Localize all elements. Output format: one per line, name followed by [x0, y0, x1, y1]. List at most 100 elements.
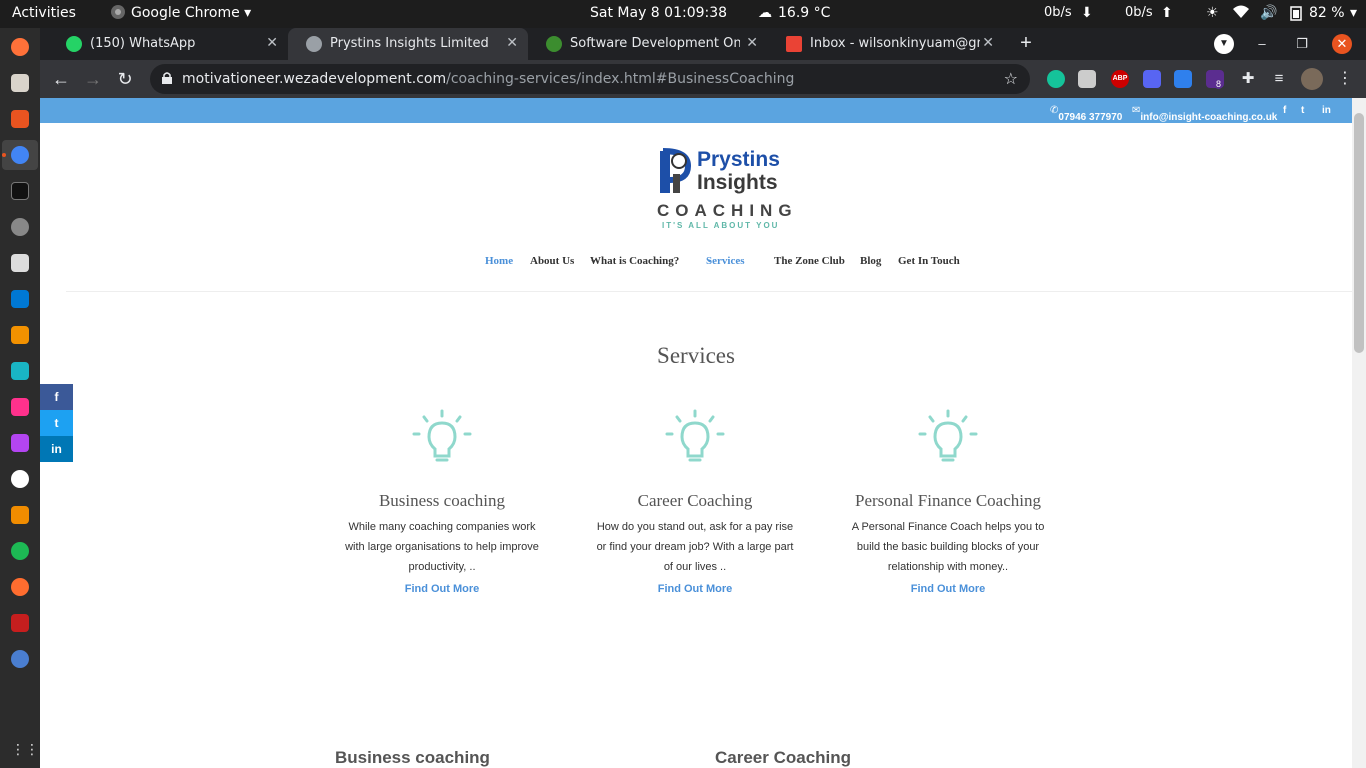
scrollbar-thumb[interactable] — [1354, 113, 1364, 353]
tab-title: Prystins Insights Limited — [330, 36, 489, 51]
address-bar[interactable]: motivationeer.wezadevelopment.com/coachi… — [150, 64, 1030, 94]
close-icon[interactable]: ✕ — [266, 35, 278, 51]
media-control-icon[interactable]: ≡ — [1270, 70, 1288, 88]
system-menu-arrow-icon[interactable]: ▾ — [1350, 5, 1357, 21]
find-out-more-link[interactable]: Find Out More — [585, 583, 805, 595]
puzzle-icon[interactable]: ✚ — [1239, 70, 1257, 88]
twitter-icon[interactable]: t — [1301, 105, 1304, 116]
share-twitter-icon[interactable]: t — [40, 410, 73, 436]
avatar[interactable] — [1301, 68, 1323, 90]
tab-software-development[interactable]: Software Development Online | ✕ — [528, 28, 768, 60]
forward-arrow-icon[interactable]: → — [82, 68, 104, 90]
bookmark-star-icon[interactable]: ☆ — [1004, 69, 1018, 89]
phone-number: 07946 377970 — [1058, 112, 1123, 123]
new-tab-button[interactable]: + — [1014, 32, 1038, 56]
email-link[interactable]: ✉ info@insight-coaching.co.uk — [1132, 105, 1277, 123]
card-text: A Personal Finance Coach helps you to bu… — [851, 521, 1045, 573]
phone-link[interactable]: ✆ 07946 377970 — [1050, 105, 1122, 123]
tab-prystins[interactable]: Prystins Insights Limited ✕ — [288, 28, 528, 60]
disc-icon[interactable] — [11, 218, 29, 236]
main-nav: Home About Us What is Coaching? ⌄ Servic… — [40, 255, 1352, 271]
lightbulb-icon — [412, 409, 472, 462]
adblock-icon[interactable]: ABP — [1111, 70, 1129, 88]
show-apps-icon[interactable]: ⋮⋮ — [11, 740, 39, 758]
activities-button[interactable]: Activities — [12, 5, 76, 21]
logo-line2: Insights — [697, 171, 778, 194]
business-coaching-heading: Business coaching — [335, 748, 490, 767]
minimize-icon[interactable]: – — [1252, 34, 1272, 54]
page-scrollbar[interactable] — [1352, 98, 1366, 768]
restore-icon[interactable]: ❐ — [1292, 34, 1312, 54]
battery-percent[interactable]: 82 % — [1309, 5, 1345, 21]
software-center-icon[interactable] — [11, 110, 29, 128]
chrome-app-icon — [110, 4, 126, 24]
app-menu[interactable]: Google Chrome ▾ — [131, 5, 251, 21]
nav-item-about-us[interactable]: About Us — [530, 255, 574, 267]
close-icon[interactable]: ✕ — [746, 35, 758, 51]
career-coaching-heading: Career Coaching — [715, 748, 852, 767]
extension-badge: 8 — [1214, 79, 1224, 89]
brightness-icon[interactable]: ☀ — [1206, 5, 1219, 21]
find-out-more-link[interactable]: Find Out More — [838, 583, 1058, 595]
linkedin-icon[interactable]: in — [1322, 105, 1331, 116]
close-icon[interactable]: ✕ — [982, 35, 994, 51]
webstorm-icon[interactable] — [11, 362, 29, 380]
tab-search-icon[interactable]: ▼ — [1214, 34, 1234, 54]
sublime-icon[interactable] — [11, 326, 29, 344]
back-arrow-icon[interactable]: ← — [50, 68, 72, 90]
phpstorm-icon[interactable] — [11, 434, 29, 452]
facebook-icon[interactable]: f — [1283, 105, 1286, 116]
running-indicator — [2, 153, 6, 157]
wifi-icon[interactable] — [1232, 5, 1250, 23]
filezilla-icon[interactable] — [11, 614, 29, 632]
find-out-more-link[interactable]: Find Out More — [332, 583, 552, 595]
nav-item-home[interactable]: Home — [485, 255, 513, 267]
chrome-icon[interactable] — [11, 146, 29, 164]
site-favicon-icon — [306, 36, 322, 52]
lock-icon — [162, 72, 172, 84]
vscode-icon[interactable] — [11, 290, 29, 308]
badge-extension-icon[interactable]: 8 — [1206, 70, 1224, 89]
web-page: ✆ 07946 377970 ✉ info@insight-coaching.c… — [40, 98, 1352, 768]
intellij-icon[interactable] — [11, 398, 29, 416]
reload-icon[interactable]: ↻ — [114, 68, 136, 90]
clock[interactable]: Sat May 8 01:09:38 — [590, 5, 727, 21]
volume-icon[interactable]: 🔊 — [1260, 5, 1277, 21]
fi-extension-icon[interactable] — [1174, 70, 1192, 88]
terminal-icon[interactable] — [11, 182, 29, 200]
nav-item-get-in-touch[interactable]: Get In Touch — [898, 255, 960, 267]
vlc-icon[interactable] — [11, 506, 29, 524]
logo-line1: Prystins — [697, 148, 780, 171]
url-domain: motivationeer.wezadevelopment.com — [182, 71, 447, 87]
site-logo[interactable]: Prystins Insights COACHING IT'S ALL ABOU… — [655, 148, 795, 233]
battery-icon[interactable] — [1290, 5, 1302, 25]
files-icon[interactable] — [11, 74, 29, 92]
contact-strip: ✆ 07946 377970 ✉ info@insight-coaching.c… — [40, 98, 1352, 123]
kebab-menu-icon[interactable]: ⋮ — [1336, 70, 1354, 88]
logo-tagline: IT'S ALL ABOUT YOU — [662, 221, 780, 230]
share-facebook-icon[interactable]: f — [40, 384, 73, 410]
extension-icon[interactable] — [1078, 70, 1096, 88]
palm-tree-icon — [546, 36, 562, 52]
video-icon[interactable] — [1143, 70, 1161, 88]
firefox-icon[interactable] — [11, 38, 29, 56]
spotify-icon[interactable] — [11, 542, 29, 560]
tab-whatsapp[interactable]: (150) WhatsApp ✕ — [48, 28, 288, 60]
tab-gmail[interactable]: Inbox - wilsonkinyuam@gmail.co ✕ — [768, 28, 1004, 60]
system-top-bar: Activities Google Chrome ▾ Sat May 8 01:… — [0, 0, 1366, 28]
nav-item-blog[interactable]: Blog — [860, 255, 881, 267]
screenshot-icon[interactable] — [11, 254, 29, 272]
logo-line3: COACHING — [657, 201, 798, 220]
section-title: Services — [657, 343, 735, 368]
grammarly-icon[interactable] — [1047, 70, 1065, 88]
weather-temp[interactable]: 16.9 °C — [778, 5, 830, 21]
upload-arrow-icon: ⬆ — [1161, 5, 1173, 21]
card-title: Business coaching — [378, 491, 506, 510]
nav-item-zone-club[interactable]: The Zone Club — [774, 255, 845, 267]
qbittorrent-icon[interactable] — [11, 650, 29, 668]
window-close-icon[interactable]: ✕ — [1332, 34, 1352, 54]
share-linkedin-icon[interactable]: in — [40, 436, 73, 462]
app-icon[interactable] — [11, 470, 29, 488]
close-icon[interactable]: ✕ — [506, 35, 518, 51]
postman-icon[interactable] — [11, 578, 29, 596]
